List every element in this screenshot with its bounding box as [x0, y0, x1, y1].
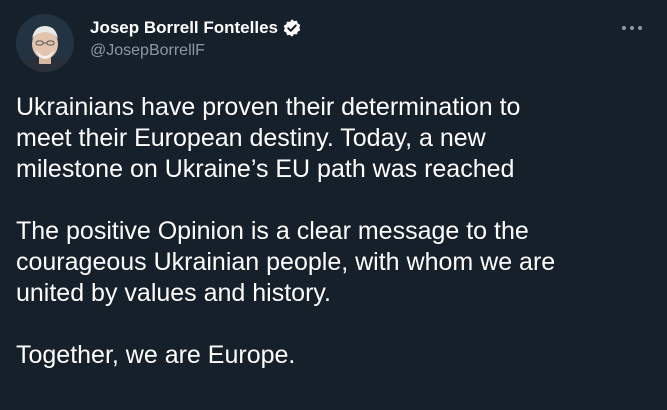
- tweet-text: Ukrainians have proven their determinati…: [16, 92, 651, 402]
- author-name-row: Josep Borrell Fontelles: [90, 16, 302, 40]
- tweet-line: The positive Opinion is a clear message …: [16, 217, 529, 245]
- verified-badge-icon: [282, 18, 302, 38]
- more-options-button[interactable]: [619, 18, 645, 38]
- tweet-line: courageous Ukrainian people, with whom w…: [16, 248, 556, 276]
- author-display-name[interactable]: Josep Borrell Fontelles: [90, 18, 278, 38]
- tweet-line: milestone on Ukraine’s EU path was reach…: [16, 155, 515, 183]
- avatar[interactable]: [16, 14, 74, 72]
- avatar-portrait-icon: [16, 14, 74, 72]
- author-info[interactable]: Josep Borrell Fontelles @JosepBorrellF: [90, 16, 302, 60]
- tweet-paragraph: The positive Opinion is a clear message …: [16, 216, 651, 309]
- tweet-card: Josep Borrell Fontelles @JosepBorrellF U…: [0, 0, 667, 410]
- tweet-paragraph: Together, we are Europe.: [16, 340, 651, 371]
- tweet-line: meet their European destiny. Today, a ne…: [16, 124, 486, 152]
- more-options-icon: [622, 26, 642, 30]
- tweet-line: Together, we are Europe.: [16, 341, 296, 369]
- tweet-line: united by values and history.: [16, 279, 332, 307]
- tweet-paragraph: Ukrainians have proven their determinati…: [16, 92, 651, 185]
- tweet-line: Ukrainians have proven their determinati…: [16, 93, 521, 121]
- author-handle[interactable]: @JosepBorrellF: [90, 42, 302, 60]
